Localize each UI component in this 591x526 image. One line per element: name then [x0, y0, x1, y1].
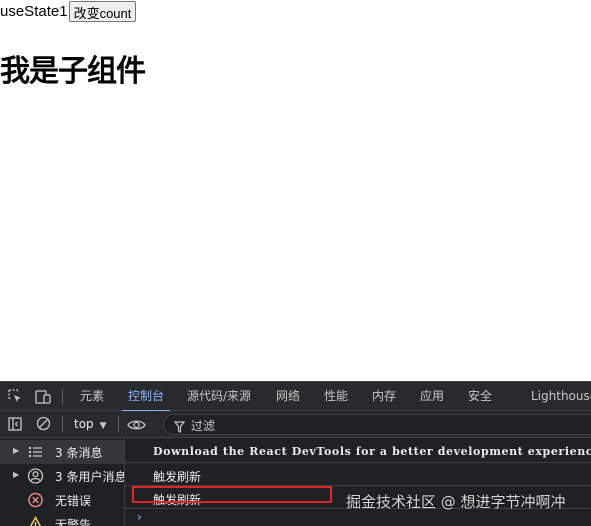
warning-icon	[29, 516, 42, 526]
sidebar-toggle-icon[interactable]	[6, 415, 24, 432]
tab-performance[interactable]: 性能	[324, 382, 348, 411]
caret-down-icon: ▼	[99, 421, 107, 431]
devtools-tabbar: 元素 控制台 源代码/来源 网络 性能 内存 应用 安全 Lighthouse	[0, 382, 591, 412]
console-message-text: Download the React DevTools for a better…	[153, 445, 591, 458]
context-selector[interactable]: top ▼	[66, 415, 115, 434]
sidebar-item-label: 无警告	[55, 518, 92, 526]
sidebar-item-warnings[interactable]: 无警告	[0, 512, 124, 526]
tab-network[interactable]: 网络	[276, 382, 300, 411]
tab-elements[interactable]: 元素	[80, 382, 104, 411]
toolbar-divider-2	[118, 416, 119, 432]
expand-arrow-icon: ▶	[13, 446, 20, 455]
sidebar-item-label: 3 条用户消息	[55, 470, 124, 484]
sidebar-item-label: 无错误	[55, 494, 92, 508]
child-heading: 我是子组件	[0, 54, 146, 89]
sidebar-item-user-messages[interactable]: ▶ 3 条用户消息	[0, 464, 124, 488]
filter-icon	[173, 418, 186, 437]
inspect-element-icon[interactable]	[6, 388, 24, 405]
console-sidebar: ▶ 3 条消息 ▶ 3 条用户消息 无错误 无警告	[0, 438, 125, 526]
watermark: 掘金技术社区 @ 想进字节冲啊冲	[346, 493, 566, 511]
filter-input[interactable]: 过滤	[163, 414, 591, 435]
expand-arrow-icon: ▶	[13, 470, 20, 479]
console-message-text: 触发刷新	[153, 470, 202, 484]
clear-console-icon[interactable]	[34, 415, 52, 432]
count-row: useState1 改变count	[0, 0, 137, 22]
tab-memory[interactable]: 内存	[372, 382, 396, 411]
device-toolbar-icon[interactable]	[34, 388, 52, 405]
error-icon	[28, 492, 43, 508]
sidebar-item-messages[interactable]: ▶ 3 条消息	[0, 440, 124, 464]
tab-sources[interactable]: 源代码/来源	[187, 382, 251, 411]
filter-placeholder: 过滤	[191, 419, 216, 433]
eye-icon[interactable]	[126, 416, 146, 433]
tab-security[interactable]: 安全	[468, 382, 492, 411]
console-message-text: 触发刷新	[153, 493, 202, 507]
sidebar-item-label: 3 条消息	[55, 446, 103, 460]
console-message: 触发刷新	[125, 463, 591, 486]
sidebar-item-errors[interactable]: 无错误	[0, 488, 124, 512]
console-prompt-icon[interactable]: ›	[137, 510, 142, 524]
tab-application[interactable]: 应用	[420, 382, 444, 411]
count-text: useState1	[0, 2, 68, 20]
context-label: top	[74, 417, 94, 431]
tab-console[interactable]: 控制台	[121, 382, 171, 412]
tabbar-divider	[62, 389, 63, 405]
user-icon	[27, 468, 44, 484]
tab-lighthouse[interactable]: Lighthouse	[531, 382, 591, 411]
list-icon	[28, 446, 42, 458]
console-toolbar: top ▼ 过滤	[0, 411, 591, 438]
change-count-button[interactable]: 改变count	[68, 0, 137, 22]
console-message: Download the React DevTools for a better…	[125, 440, 591, 463]
toolbar-divider	[62, 416, 63, 432]
console-messages: Download the React DevTools for a better…	[125, 438, 591, 526]
